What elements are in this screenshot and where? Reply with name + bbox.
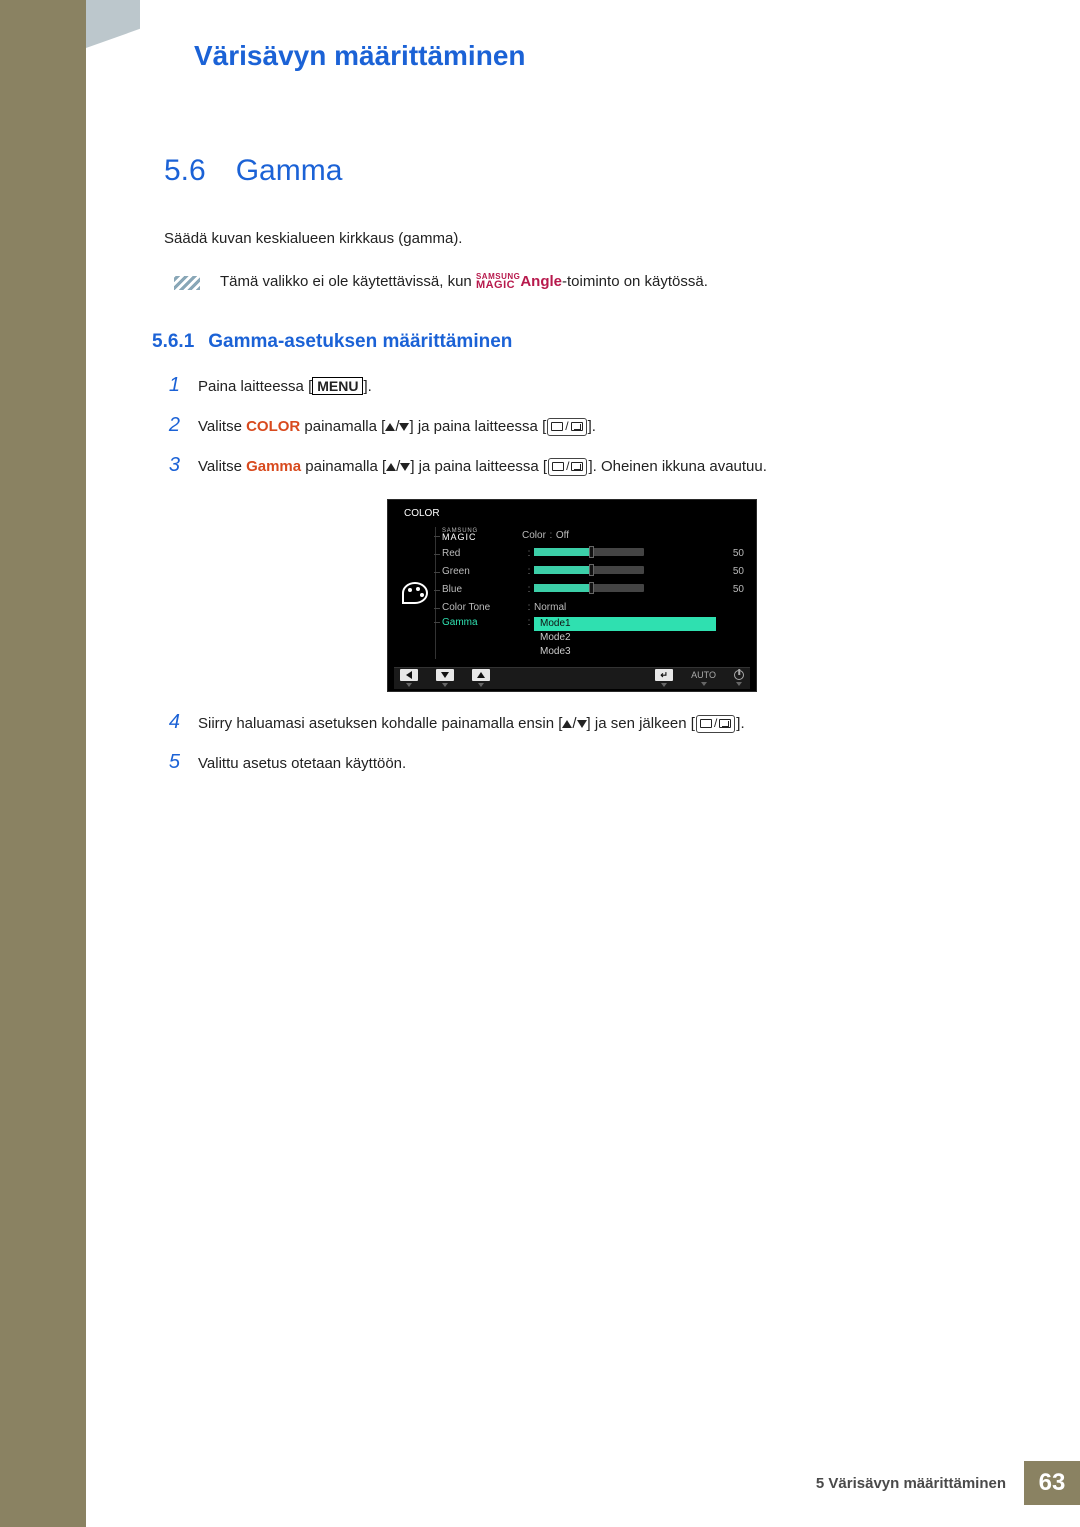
osd-row-green: Green: 50 [442,563,744,581]
page-title: Värisävyn määrittäminen [86,0,994,84]
palette-icon [402,582,428,604]
gamma-mode1: Mode1 [534,617,716,631]
step-3: 3 Valitse Gamma painamalla [/] ja paina … [164,455,980,479]
menu-button-icon: MENU [312,377,363,396]
source-enter-icon: / [696,715,735,733]
step-4: 4 Siirry haluamasi asetuksen kohdalle pa… [164,712,980,736]
source-enter-icon: / [548,458,587,476]
page-footer: 5 Värisävyn määrittäminen 63 [798,1461,1080,1505]
osd-row-gamma: Gamma: Mode1 Mode2 Mode3 [442,617,744,659]
color-keyword: COLOR [246,418,300,435]
footer-chapter: 5 Värisävyn määrittäminen [798,1461,1024,1505]
osd-nav-down-icon [436,669,454,681]
osd-footer: ↵ AUTO [394,667,750,689]
up-icon [385,423,395,431]
osd-color-menu: COLOR SAMSUNGMAGIC Color : Off [387,499,757,692]
section-title: Gamma [236,154,343,188]
osd-row-magic-color: SAMSUNGMAGIC Color : Off [442,527,744,545]
subsection-number: 5.6.1 [152,331,194,353]
down-icon [399,423,409,431]
osd-auto-label: AUTO [691,670,716,680]
footer-page-number: 63 [1024,1461,1080,1505]
section-intro: Säädä kuvan keskialueen kirkkaus (gamma)… [164,230,980,247]
subsection-heading: 5.6.1 Gamma-asetuksen määrittäminen [152,331,980,353]
steps-list-cont: 4 Siirry haluamasi asetuksen kohdalle pa… [164,712,980,776]
source-enter-icon: / [547,418,586,436]
samsung-magic-brand: SAMSUNGMAGIC [476,273,520,290]
step-2: 2 Valitse COLOR painamalla [/] ja paina … [164,415,980,439]
power-icon [734,670,744,680]
osd-nav-up-icon [472,669,490,681]
note-icon [174,276,200,290]
gamma-keyword: Gamma [246,458,301,475]
section-number: 5.6 [164,154,206,188]
osd-nav-left-icon [400,669,418,681]
angle-keyword: Angle [520,273,562,290]
note-text-before: Tämä valikko ei ole käytettävissä, kun [220,273,476,290]
subsection-title: Gamma-asetuksen määrittäminen [208,331,512,353]
osd-row-color-tone: Color Tone: Normal [442,599,744,617]
steps-list: 1 Paina laitteessa [MENU]. 2 Valitse COL… [164,375,980,479]
gamma-mode2: Mode2 [534,631,716,645]
sidebar-stripe [0,0,86,1527]
up-icon [386,463,396,471]
up-icon [562,720,572,728]
step-1: 1 Paina laitteessa [MENU]. [164,375,980,399]
gamma-mode3: Mode3 [534,645,716,659]
osd-row-red: Red: 50 [442,545,744,563]
step-5: 5 Valittu asetus otetaan käyttöön. [164,752,980,776]
down-icon [400,463,410,471]
note: Tämä valikko ei ole käytettävissä, kun S… [164,273,980,291]
section-heading: 5.6 Gamma [164,154,980,188]
osd-title: COLOR [404,508,750,519]
osd-row-blue: Blue: 50 [442,581,744,599]
osd-enter-icon: ↵ [655,669,673,681]
down-icon [577,720,587,728]
note-text-after: -toiminto on käytössä. [562,273,708,290]
